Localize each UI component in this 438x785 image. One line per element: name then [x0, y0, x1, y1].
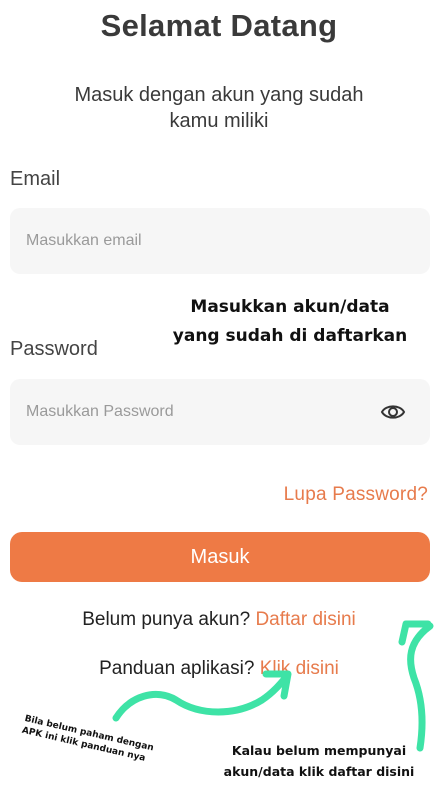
register-annotation-line-1: Kalau belum mempunyai [231, 743, 407, 758]
register-annotation: Kalau belum mempunyai akun/data klik daf… [200, 740, 438, 782]
annotation-arrows [112, 620, 434, 752]
guide-arrow-icon [112, 672, 291, 722]
register-annotation-line-2: akun/data klik daftar disini [223, 764, 415, 779]
register-arrow-icon [407, 622, 434, 752]
